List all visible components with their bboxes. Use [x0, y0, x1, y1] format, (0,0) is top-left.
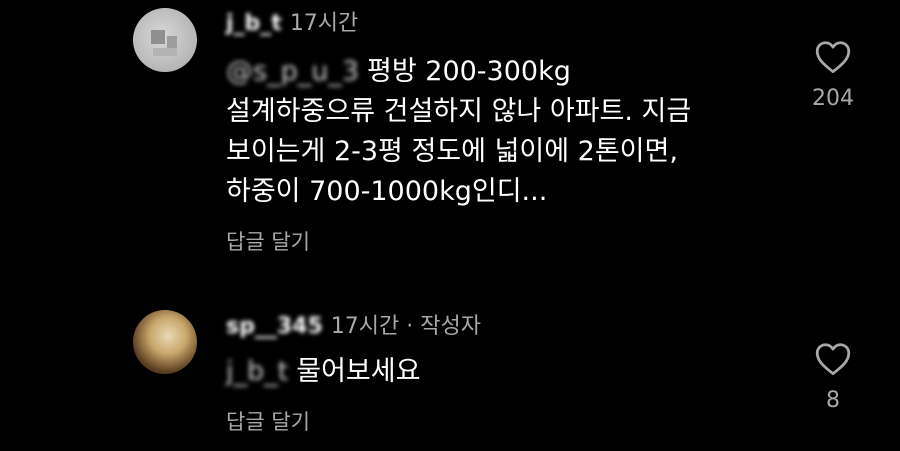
comment-meta: j_b_t 17시간 [226, 5, 358, 37]
like-count: 204 [812, 86, 854, 111]
timestamp: 17시간 [330, 314, 400, 339]
heart-outline-icon[interactable] [814, 40, 852, 74]
comment-line: 하중이 700-1000kg인디... [226, 176, 548, 207]
mention[interactable]: j_b_t [226, 352, 288, 392]
comment-line: j_b_t 물어보세요 [226, 352, 786, 392]
username[interactable]: j_b_t [226, 11, 282, 36]
like-button[interactable]: 8 [800, 342, 866, 413]
comment-text: j_b_t 물어보세요 [226, 352, 786, 392]
avatar[interactable] [133, 8, 197, 72]
separator: · [406, 314, 414, 339]
comment-line: 보이는게 2-3평 정도에 넓이에 2톤이면, [226, 136, 678, 167]
comment-meta: sp__345 17시간 · 작성자 [226, 308, 481, 340]
like-button[interactable]: 204 [800, 40, 866, 111]
timestamp: 17시간 [289, 11, 359, 36]
comment-item: j_b_t 17시간 @s_p_u_3 평방 200-300kg 설계하중으류 건설… [0, 0, 900, 280]
comment-line: @s_p_u_3 평방 200-300kg [226, 52, 786, 92]
comment-line: 설계하중으류 건설하지 않나 아파트. 지금 [226, 96, 692, 127]
username[interactable]: sp__345 [226, 314, 323, 339]
mention[interactable]: @s_p_u_3 [226, 52, 359, 92]
like-count: 8 [826, 388, 840, 413]
author-badge: 작성자 [420, 314, 481, 339]
comment-text: @s_p_u_3 평방 200-300kg 설계하중으류 건설하지 않나 아파트.… [226, 52, 786, 212]
avatar[interactable] [133, 310, 197, 374]
comment-item: sp__345 17시간 · 작성자 j_b_t 물어보세요 답글 달기 8 [0, 290, 900, 451]
reply-button[interactable]: 답글 달기 [226, 406, 310, 436]
reply-button[interactable]: 답글 달기 [226, 226, 310, 256]
heart-outline-icon[interactable] [814, 342, 852, 376]
